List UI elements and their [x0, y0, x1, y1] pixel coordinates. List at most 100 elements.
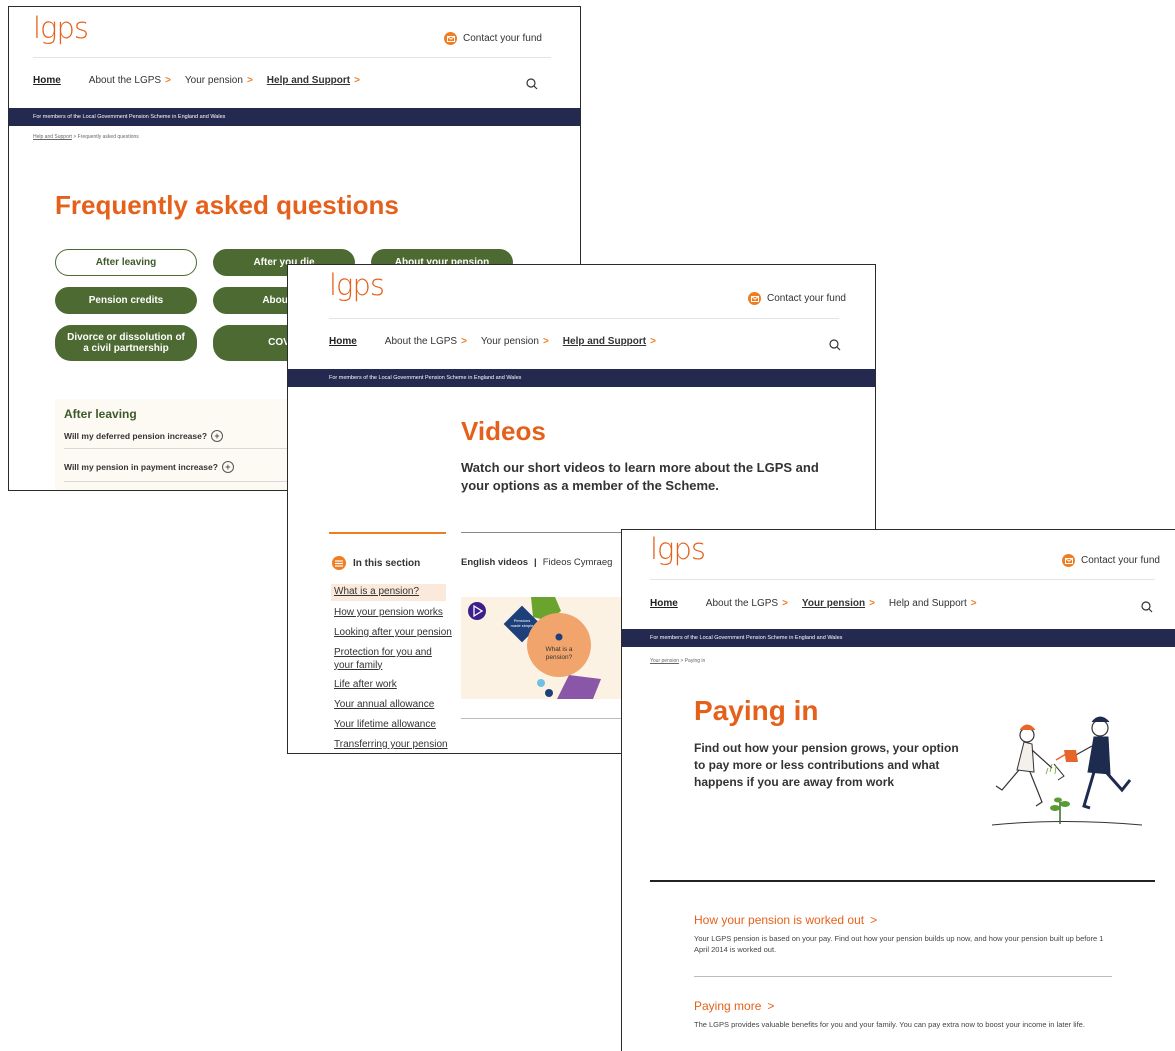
faq-question-text: Will my deferred pension increase?	[64, 431, 208, 441]
contact-your-fund-link[interactable]: Contact your fund	[748, 292, 846, 305]
sidebar-link-life-after-work[interactable]: Life after work	[334, 679, 397, 692]
lgps-logo[interactable]: lgps	[329, 268, 385, 302]
section-link-how-worked-out[interactable]: How your pension is worked out >	[694, 913, 877, 927]
faq-filter-divorce[interactable]: Divorce or dissolution of a civil partne…	[55, 325, 197, 361]
nav-home[interactable]: Home	[650, 598, 678, 609]
tab-separator: |	[534, 557, 537, 568]
sidebar-link-lifetime-allowance[interactable]: Your lifetime allowance	[334, 719, 436, 732]
nav-about[interactable]: About the LGPS >	[89, 75, 171, 86]
gardening-illustration	[991, 716, 1143, 826]
breadcrumb-link[interactable]: Your pension	[650, 658, 679, 664]
page-intro: Find out how your pension grows, your op…	[694, 741, 959, 789]
scheme-banner: For members of the Local Government Pens…	[288, 369, 875, 387]
contact-your-fund-link[interactable]: Contact your fund	[1062, 554, 1160, 567]
sidebar-link-how-your-pension-works[interactable]: How your pension works	[334, 607, 443, 620]
mail-icon	[444, 32, 457, 45]
sidebar-link-what-is-a-pension[interactable]: What is a pension?	[334, 586, 419, 599]
header-divider	[33, 57, 551, 58]
faq-section-title: After leaving	[64, 407, 137, 421]
tab-welsh-videos[interactable]: Fideos Cymraeg	[543, 557, 613, 568]
faq-filter-after-leaving[interactable]: After leaving	[55, 249, 197, 276]
sidebar-link-protection[interactable]: Protection for you and your family	[334, 647, 446, 672]
search-icon[interactable]	[525, 77, 539, 91]
section-link-paying-more[interactable]: Paying more >	[694, 999, 774, 1013]
thumbnail-small-label: Pensions made simple	[510, 618, 534, 628]
sidebar-link-looking-after-your-pension[interactable]: Looking after your pension	[334, 627, 452, 640]
nav-your-pension[interactable]: Your pension >	[481, 336, 549, 347]
chevron-right-icon: >	[461, 336, 467, 347]
nav-about[interactable]: About the LGPS >	[385, 336, 467, 347]
chevron-right-icon: >	[767, 999, 775, 1013]
nav-pension-label: Your pension	[184, 75, 243, 86]
nav-help-label: Help and Support	[888, 598, 967, 609]
list-icon	[332, 556, 346, 570]
scheme-banner: For members of the Local Government Pens…	[9, 108, 580, 126]
video-thumbnail[interactable]: What is a pension? Pensions made simple	[461, 597, 641, 699]
page-intro: Watch our short videos to learn more abo…	[461, 460, 819, 494]
chevron-right-icon: >	[165, 75, 171, 86]
content-top-rule	[650, 880, 1155, 882]
faq-section-panel: After leaving Will my deferred pension i…	[55, 399, 295, 490]
contact-label: Contact your fund	[767, 293, 846, 304]
thumbnail-title: What is a pension?	[545, 646, 573, 662]
scheme-banner: For members of the Local Government Pens…	[622, 629, 1175, 647]
nav-help[interactable]: Help and Support >	[563, 336, 656, 347]
chevron-right-icon: >	[870, 913, 878, 927]
faq-question[interactable]: Will my pension in payment increase? +	[64, 461, 234, 473]
page-title: Frequently asked questions	[55, 190, 399, 220]
nav-your-pension[interactable]: Your pension >	[185, 75, 253, 86]
section-description: Your LGPS pension is based on your pay. …	[694, 934, 1104, 955]
nav-help[interactable]: Help and Support >	[267, 75, 360, 86]
sidebar-link-transferring[interactable]: Transferring your pension	[334, 739, 448, 752]
contact-label: Contact your fund	[463, 33, 542, 44]
expand-plus-icon: +	[211, 430, 224, 442]
breadcrumb: Your pension > Paying in	[650, 658, 705, 664]
header-divider	[329, 318, 839, 319]
contact-your-fund-link[interactable]: Contact your fund	[444, 32, 542, 45]
search-icon[interactable]	[1140, 600, 1154, 614]
header-divider	[650, 579, 1155, 580]
page-title: Videos	[461, 416, 546, 446]
chevron-right-icon: >	[542, 336, 549, 347]
video-language-tabs: English videos | Fideos Cymraeg	[461, 557, 612, 568]
paying-in-window: lgps Contact your fund Home About the LG…	[621, 529, 1175, 1051]
chevron-right-icon: >	[354, 75, 360, 86]
page-title: Paying in	[694, 695, 819, 726]
nav-pension-label: Your pension	[480, 336, 539, 347]
faq-question-text: Will my pension in payment increase?	[64, 462, 218, 472]
breadcrumb-current: > Frequently asked questions	[71, 134, 139, 140]
nav-help[interactable]: Help and Support >	[889, 598, 977, 609]
faq-filter-pension-credits[interactable]: Pension credits	[55, 287, 197, 314]
breadcrumb-current: > Paying in	[679, 658, 706, 664]
section-divider	[694, 976, 1112, 977]
section-title-text: Paying more	[694, 999, 762, 1013]
lgps-logo[interactable]: lgps	[650, 532, 706, 566]
chevron-right-icon: >	[650, 336, 656, 347]
section-description: The LGPS provides valuable benefits for …	[694, 1020, 1085, 1029]
mail-icon	[1062, 554, 1075, 567]
faq-question[interactable]: Will my deferred pension increase? +	[64, 430, 224, 442]
faq-divider	[64, 448, 295, 449]
nav-help-label: Help and Support	[562, 336, 647, 347]
lgps-logo[interactable]: lgps	[33, 11, 89, 45]
nav-about-label: About the LGPS	[88, 75, 162, 86]
nav-your-pension[interactable]: Your pension >	[802, 598, 875, 609]
sidebar-link-annual-allowance[interactable]: Your annual allowance	[334, 699, 434, 712]
contact-label: Contact your fund	[1081, 555, 1160, 566]
main-nav: Home About the LGPS > Your pension > Help …	[33, 75, 374, 86]
tab-english-videos[interactable]: English videos	[461, 557, 528, 568]
section-title-text: How your pension is worked out	[694, 913, 865, 927]
breadcrumb-link[interactable]: Help and Support	[33, 134, 72, 140]
chevron-right-icon: >	[782, 598, 788, 609]
chevron-right-icon: >	[970, 598, 977, 609]
faq-divider	[64, 481, 295, 482]
chevron-right-icon: >	[869, 598, 875, 609]
nav-about[interactable]: About the LGPS >	[706, 598, 788, 609]
sidebar-top-rule	[329, 532, 446, 534]
mail-icon	[748, 292, 761, 305]
nav-home[interactable]: Home	[329, 336, 357, 347]
search-icon[interactable]	[828, 338, 842, 352]
main-nav: Home About the LGPS > Your pension > Help …	[329, 336, 670, 347]
expand-plus-icon: +	[221, 461, 234, 473]
nav-home[interactable]: Home	[33, 75, 61, 86]
